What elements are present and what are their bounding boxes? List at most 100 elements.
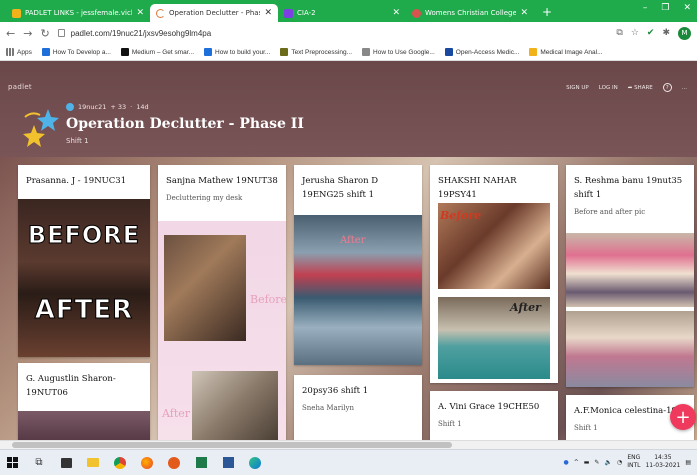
- sign-up-link[interactable]: SIGN UP: [566, 85, 589, 91]
- medium-icon: [120, 48, 129, 56]
- close-icon[interactable]: ✕: [520, 8, 528, 18]
- clock[interactable]: 14:35 11-03-2021: [645, 454, 680, 470]
- close-icon[interactable]: ✕: [136, 8, 144, 18]
- maximize-button[interactable]: ❐: [661, 3, 669, 13]
- bookmark-apps[interactable]: Apps: [6, 48, 32, 56]
- avatar[interactable]: [66, 103, 74, 111]
- url-field[interactable]: padlet.com/19nuc21/jxsv9esohg9lm4pa: [57, 28, 609, 38]
- forms-favicon-icon: [284, 8, 293, 18]
- address-bar: ← → ↻ padlet.com/19nuc21/jxsv9esohg9lm4p…: [0, 22, 697, 44]
- bookmark-item[interactable]: Text Preprocessing...: [280, 48, 352, 56]
- sway-icon[interactable]: [195, 457, 207, 469]
- bookmark-item[interactable]: Open-Access Medic...: [444, 48, 519, 56]
- post-image[interactable]: After: [294, 215, 422, 365]
- people-icon[interactable]: ●: [563, 459, 568, 466]
- bookmark-item[interactable]: Medium – Get smar...: [120, 48, 194, 56]
- college-favicon-icon: [412, 8, 421, 18]
- post-image[interactable]: BEFORE AFTER: [18, 199, 150, 357]
- bookmark-item[interactable]: Medical Image Anal...: [529, 48, 603, 56]
- task-view-icon[interactable]: ⧉: [33, 457, 45, 469]
- post-card[interactable]: S. Reshma banu 19nut35 shift 1 Before an…: [566, 165, 694, 387]
- edge-icon[interactable]: [249, 456, 261, 469]
- wifi-icon[interactable]: ◔: [617, 459, 622, 466]
- system-tray: ● ^ ▬ ✎ 🔈 ◔ ENG INTL 14:35 11-03-2021 ▤: [563, 454, 691, 470]
- file-explorer-icon[interactable]: [87, 457, 99, 469]
- padlet-favicon-icon: [12, 8, 21, 18]
- bookmark-favicon-icon: [444, 48, 453, 56]
- extension-area: ⧉ ☆ ✔ ✱ M: [616, 26, 691, 40]
- bookmark-favicon-icon: [41, 48, 50, 56]
- apps-grid-icon: [6, 48, 14, 56]
- tab-operation-declutter[interactable]: Operation Declutter - Phase II ✕: [150, 4, 278, 22]
- padlet-logo[interactable]: padlet: [8, 83, 32, 91]
- language-indicator[interactable]: ENG INTL: [627, 454, 640, 470]
- store-icon[interactable]: [60, 457, 72, 469]
- post-card[interactable]: SHAKSHI NAHAR 19PSY41 Before After: [430, 165, 558, 383]
- post-body: Before and after pic: [574, 208, 646, 216]
- back-icon[interactable]: ←: [6, 27, 15, 40]
- media-player-icon[interactable]: [168, 456, 180, 469]
- minimize-button[interactable]: –: [643, 3, 648, 13]
- battery-icon[interactable]: ▬: [584, 459, 590, 466]
- new-tab-button[interactable]: +: [534, 5, 560, 22]
- close-icon[interactable]: ✕: [264, 8, 272, 18]
- notification-icon[interactable]: ▤: [685, 459, 691, 466]
- reload-icon[interactable]: ↻: [40, 27, 49, 40]
- bookmark-item[interactable]: How to Use Google...: [362, 48, 435, 56]
- post-image[interactable]: [566, 233, 694, 387]
- lock-icon: [57, 29, 65, 37]
- grammarly-check-icon[interactable]: ✔: [647, 28, 655, 38]
- share-button[interactable]: ➦ SHARE: [628, 85, 653, 91]
- bookmarks-bar: Apps How To Develop a... Medium – Get sm…: [0, 44, 697, 61]
- horizontal-scrollbar[interactable]: [0, 440, 697, 449]
- profile-avatar[interactable]: M: [678, 26, 691, 40]
- more-options-icon[interactable]: ...: [682, 85, 687, 91]
- add-post-button[interactable]: +: [670, 404, 696, 430]
- post-card[interactable]: Jerusha Sharon D 19ENG25 shift 1 After: [294, 165, 422, 365]
- close-window-button[interactable]: ✕: [683, 3, 691, 13]
- bookmark-item[interactable]: How To Develop a...: [41, 48, 111, 56]
- page-title: Operation Declutter - Phase II: [66, 116, 304, 132]
- windows-start-icon[interactable]: [6, 457, 18, 469]
- post-title: Sanjna Mathew 19NUT38: [166, 176, 278, 186]
- close-icon[interactable]: ✕: [392, 8, 400, 18]
- shooting-stars-icon: [23, 109, 59, 147]
- show-hidden-icons[interactable]: ^: [574, 459, 579, 466]
- taskbar: ⧉ ● ^ ▬ ✎ 🔈 ◔ ENG INTL 14:35 11-03-2021 ▤: [0, 449, 697, 475]
- post-title: Prasanna. J - 19NUC31: [26, 176, 127, 186]
- log-in-link[interactable]: LOG IN: [599, 85, 618, 91]
- after-label: After: [340, 235, 366, 246]
- chrome-icon[interactable]: [114, 456, 126, 469]
- volume-icon[interactable]: 🔈: [604, 459, 611, 466]
- url-text: padlet.com/19nuc21/jxsv9esohg9lm4pa: [70, 28, 212, 38]
- post-title: Jerusha Sharon D 19ENG25 shift 1: [302, 176, 379, 200]
- post-card[interactable]: 20psy36 shift 1 Sneha Marilyn: [294, 375, 422, 440]
- author-name[interactable]: 19nuc21: [78, 103, 106, 111]
- after-overlay-text: AFTER: [34, 295, 134, 326]
- tab-womens-christian-college[interactable]: Womens Christian College WA-I ✕: [406, 4, 534, 22]
- tab-padlet-links[interactable]: PADLET LINKS - jessfemale.vicki ✕: [6, 4, 150, 22]
- tab-cia-2[interactable]: CIA-2 ✕: [278, 4, 406, 22]
- forward-icon[interactable]: →: [23, 27, 32, 40]
- pen-icon[interactable]: ✎: [594, 459, 599, 466]
- post-image[interactable]: Before After: [158, 221, 286, 440]
- help-icon[interactable]: ?: [662, 83, 672, 92]
- padlet-board: Prasanna. J - 19NUC31 BEFORE AFTER G. Au…: [0, 157, 697, 440]
- word-icon[interactable]: [222, 457, 234, 469]
- post-card[interactable]: G. Augustlin Sharon-19NUT06: [18, 363, 150, 440]
- bookmark-star-icon[interactable]: ☆: [631, 28, 639, 38]
- bookmark-item[interactable]: How to build your...: [204, 48, 270, 56]
- browser-tab-bar: PADLET LINKS - jessfemale.vicki ✕ Operat…: [0, 0, 697, 22]
- post-image[interactable]: Before After: [430, 199, 558, 383]
- post-card[interactable]: A. Vini Grace 19CHE50 Shift 1: [430, 391, 558, 440]
- scrollbar-thumb[interactable]: [12, 442, 452, 448]
- post-card[interactable]: Sanjna Mathew 19NUT38 Decluttering my de…: [158, 165, 286, 440]
- firefox-icon[interactable]: [141, 456, 153, 469]
- translate-icon[interactable]: ⧉: [616, 28, 622, 38]
- bookmark-favicon-icon: [362, 48, 371, 56]
- post-card[interactable]: Prasanna. J - 19NUC31 BEFORE AFTER: [18, 165, 150, 357]
- loading-icon: [156, 8, 165, 18]
- before-label: Before: [440, 209, 482, 222]
- extensions-puzzle-icon[interactable]: ✱: [662, 28, 670, 38]
- post-image[interactable]: [18, 411, 150, 440]
